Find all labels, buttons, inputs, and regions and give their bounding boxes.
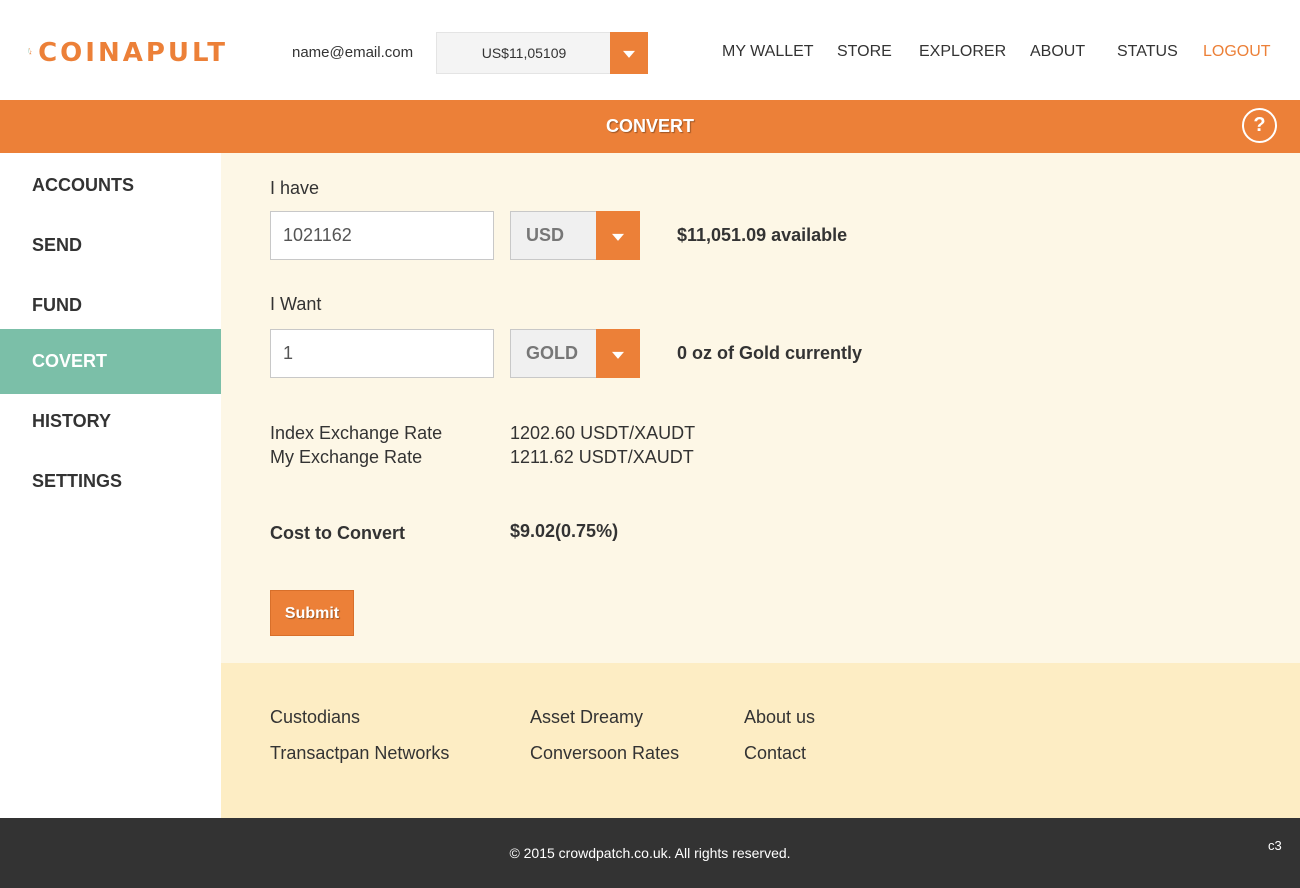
title-bar: CONVERT bbox=[0, 100, 1300, 153]
user-email: name@email.com bbox=[292, 44, 414, 61]
want-amount-input[interactable]: 1 bbox=[270, 329, 494, 378]
page-title: CONVERT bbox=[605, 116, 694, 136]
footer-link-contact[interactable]: Contact bbox=[744, 743, 806, 764]
chevron-down-icon bbox=[612, 233, 624, 241]
want-currency-select[interactable]: GOLD bbox=[510, 329, 640, 378]
have-currency-select[interactable]: USD bbox=[510, 211, 640, 260]
balance-dropdown-toggle[interactable] bbox=[610, 32, 648, 74]
current-holdings: 0 oz of Gold currently bbox=[677, 343, 863, 363]
index-rate-value: 1202.60 USDT/XAUDT bbox=[510, 423, 696, 443]
my-rate-label: My Exchange Rate bbox=[270, 447, 423, 467]
nav-about[interactable]: ABOUT bbox=[1030, 43, 1085, 61]
sidebar: ACCOUNTS SEND FUND COVERT HISTORY SETTIN… bbox=[0, 153, 221, 818]
sidebar-item-accounts[interactable]: ACCOUNTS bbox=[0, 153, 221, 217]
bottom-bar: © 2015 crowdpatch.co.uk. All rights rese… bbox=[0, 818, 1300, 888]
logo-text: COINAPULT bbox=[38, 38, 228, 68]
nav-logout[interactable]: LOGOUT bbox=[1203, 43, 1271, 61]
logo[interactable]: COINAPULT bbox=[28, 18, 228, 84]
footer-link-about[interactable]: About us bbox=[744, 707, 815, 728]
catapult-logo-icon bbox=[28, 48, 32, 55]
nav-explorer[interactable]: EXPLORER bbox=[919, 43, 1006, 61]
help-button[interactable]: ? bbox=[1242, 108, 1277, 143]
nav-status[interactable]: STATUS bbox=[1117, 43, 1178, 61]
header: COINAPULT name@email.com US$11,05109 MY … bbox=[0, 0, 1300, 100]
sidebar-item-covert[interactable]: COVERT bbox=[0, 329, 221, 394]
footer-links: Custodians Transactpan Networks Asset Dr… bbox=[221, 663, 1300, 818]
balance-dropdown[interactable]: US$11,05109 bbox=[436, 32, 648, 74]
corner-label: c3 bbox=[1268, 838, 1282, 853]
cost-value: $9.02(0.75%) bbox=[510, 521, 619, 541]
have-amount-input[interactable]: 1021162 bbox=[270, 211, 494, 260]
my-rate-value: 1211.62 USDT/XAUDT bbox=[510, 447, 694, 467]
footer-link-networks[interactable]: Transactpan Networks bbox=[270, 743, 449, 764]
footer-link-custodians[interactable]: Custodians bbox=[270, 707, 360, 728]
have-currency-value: USD bbox=[526, 225, 565, 245]
chevron-down-icon bbox=[623, 50, 635, 58]
balance-value: US$11,05109 bbox=[481, 45, 567, 61]
nav-my-wallet[interactable]: MY WALLET bbox=[722, 43, 814, 61]
want-label: I Want bbox=[270, 294, 322, 314]
sidebar-item-fund[interactable]: FUND bbox=[0, 273, 221, 337]
copyright: © 2015 crowdpatch.co.uk. All rights rese… bbox=[509, 845, 791, 861]
sidebar-item-settings[interactable]: SETTINGS bbox=[0, 449, 221, 513]
want-currency-toggle[interactable] bbox=[596, 329, 640, 378]
sidebar-item-history[interactable]: HISTORY bbox=[0, 389, 221, 453]
submit-button[interactable]: Submit bbox=[270, 590, 354, 636]
chevron-down-icon bbox=[612, 351, 624, 359]
footer-link-asset[interactable]: Asset Dreamy bbox=[530, 707, 643, 728]
cost-label: Cost to Convert bbox=[270, 523, 405, 543]
footer-link-rates[interactable]: Conversoon Rates bbox=[530, 743, 679, 764]
available-balance: $11,051.09 available bbox=[677, 225, 848, 245]
have-label: I have bbox=[270, 178, 320, 198]
have-currency-toggle[interactable] bbox=[596, 211, 640, 260]
sidebar-item-send[interactable]: SEND bbox=[0, 213, 221, 277]
convert-form: I have 1021162 USD $11,051.09 available … bbox=[221, 153, 1300, 663]
nav-store[interactable]: STORE bbox=[837, 43, 892, 61]
index-rate-label: Index Exchange Rate bbox=[270, 423, 443, 443]
want-currency-value: GOLD bbox=[526, 343, 578, 363]
